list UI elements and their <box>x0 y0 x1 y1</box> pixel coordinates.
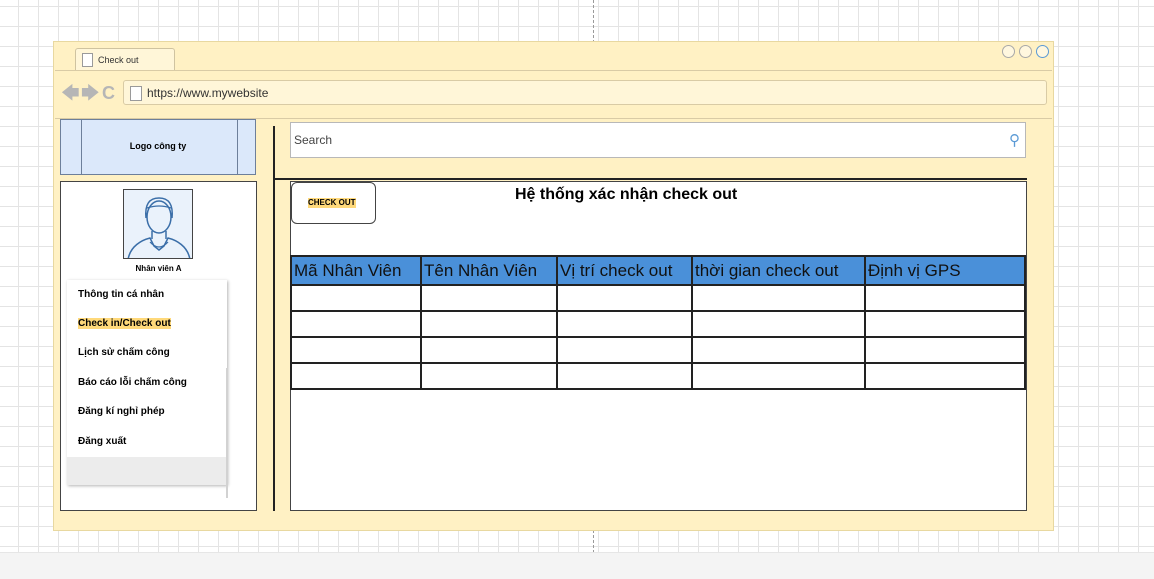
menu-item-attendance-history[interactable]: Lịch sử chấm công <box>78 347 170 358</box>
checkout-button-label: CHECK OUT <box>308 198 356 208</box>
menu-footer <box>67 457 227 485</box>
menu-item-leave-request[interactable]: Đăng kí nghỉ phép <box>78 406 165 417</box>
layout-vertical-divider <box>273 126 275 511</box>
search-placeholder: Search <box>294 133 333 147</box>
company-logo[interactable]: Logo công ty <box>60 119 256 175</box>
menu-scrollbar[interactable] <box>226 368 228 498</box>
table-cell[interactable] <box>290 336 422 364</box>
user-name: Nhân viên A <box>135 264 182 273</box>
table-row[interactable] <box>290 310 1026 338</box>
checkout-table: Mã Nhân Viên Tên Nhân Viên Vị trí check … <box>290 255 1026 390</box>
arrow-right-icon[interactable]: 🡆 <box>81 84 100 102</box>
minimize-icon[interactable] <box>1002 45 1015 58</box>
page-icon <box>130 86 142 101</box>
table-cell[interactable] <box>864 310 1026 338</box>
table-cell[interactable] <box>420 362 558 390</box>
table-header-row: Mã Nhân Viên Tên Nhân Viên Vị trí check … <box>290 255 1026 286</box>
browser-tab[interactable]: Check out <box>75 48 175 70</box>
table-cell[interactable] <box>691 336 866 364</box>
sidebar-menu: Thông tin cá nhân Check in/Check out Lịc… <box>67 280 228 498</box>
tab-title: Check out <box>98 55 139 65</box>
table-cell[interactable] <box>691 362 866 390</box>
url-text: https://www.mywebsite <box>147 86 269 100</box>
table-cell[interactable] <box>290 284 422 312</box>
table-cell[interactable] <box>864 336 1026 364</box>
table-row[interactable] <box>290 336 1026 364</box>
menu-item-attendance-error-report[interactable]: Báo cáo lỗi chấm công <box>78 377 187 388</box>
layout-horizontal-divider <box>275 178 1027 180</box>
table-row[interactable] <box>290 362 1026 390</box>
table-cell[interactable] <box>556 310 693 338</box>
avatar[interactable] <box>123 189 193 259</box>
table-cell[interactable] <box>290 310 422 338</box>
table-cell[interactable] <box>691 310 866 338</box>
table-cell[interactable] <box>691 284 866 312</box>
page-icon <box>82 53 93 67</box>
table-cell[interactable] <box>556 336 693 364</box>
table-cell[interactable] <box>864 362 1026 390</box>
logo-text: Logo công ty <box>129 141 187 151</box>
column-header-checkout-time[interactable]: thời gian check out <box>691 255 866 286</box>
column-header-employee-name[interactable]: Tên Nhân Viên <box>420 255 558 286</box>
menu-item-logout[interactable]: Đăng xuất <box>78 436 126 447</box>
user-icon <box>127 197 191 258</box>
canvas-bottom-bar <box>0 552 1154 579</box>
checkout-button[interactable]: CHECK OUT <box>291 182 376 224</box>
table-row[interactable] <box>290 284 1026 312</box>
table-cell[interactable] <box>556 284 693 312</box>
table-cell[interactable] <box>420 284 558 312</box>
column-header-checkout-location[interactable]: Vị trí check out <box>556 255 693 286</box>
table-cell[interactable] <box>864 284 1026 312</box>
search-icon[interactable]: ⚲ <box>1009 131 1020 149</box>
menu-item-personal-info[interactable]: Thông tin cá nhân <box>78 289 164 300</box>
table-cell[interactable] <box>290 362 422 390</box>
maximize-icon[interactable] <box>1019 45 1032 58</box>
menu-item-checkin-checkout[interactable]: Check in/Check out <box>78 318 171 329</box>
search-input[interactable]: Search ⚲ <box>290 122 1026 158</box>
table-cell[interactable] <box>420 310 558 338</box>
address-bar[interactable]: https://www.mywebsite <box>123 80 1047 105</box>
tab-strip-divider <box>55 70 1052 71</box>
page-title: Hệ thống xác nhận check out <box>515 186 738 203</box>
table-cell[interactable] <box>556 362 693 390</box>
column-header-employee-id[interactable]: Mã Nhân Viên <box>290 255 422 286</box>
reload-icon[interactable]: C <box>102 84 115 102</box>
table-cell[interactable] <box>420 336 558 364</box>
close-icon[interactable] <box>1036 45 1049 58</box>
arrow-left-icon[interactable]: 🡄 <box>61 84 80 102</box>
column-header-gps[interactable]: Định vị GPS <box>864 255 1026 286</box>
